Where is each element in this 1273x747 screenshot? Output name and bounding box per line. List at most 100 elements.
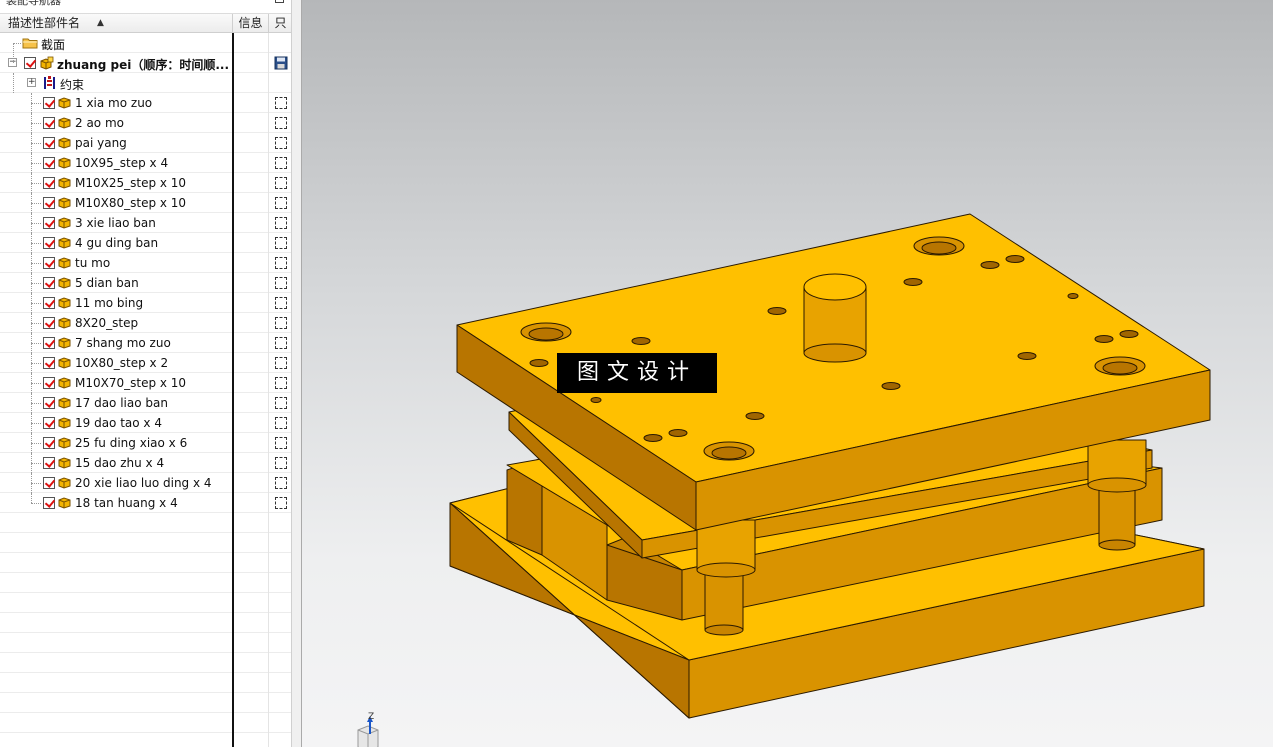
- tree-line: [31, 423, 41, 424]
- readonly-checkbox[interactable]: [275, 317, 287, 329]
- tree-row-part[interactable]: 19 dao tao x 4: [0, 413, 291, 433]
- part-visibility-checkbox[interactable]: [43, 97, 55, 109]
- readonly-checkbox[interactable]: [275, 177, 287, 189]
- tree-row-part[interactable]: 20 xie liao luo ding x 4: [0, 473, 291, 493]
- readonly-checkbox[interactable]: [275, 337, 287, 349]
- part-visibility-checkbox[interactable]: [43, 157, 55, 169]
- tree-row-part[interactable]: 2 ao mo: [0, 113, 291, 133]
- part-visibility-checkbox[interactable]: [43, 477, 55, 489]
- part-icon: [58, 397, 71, 409]
- tree-row-part[interactable]: 1 xia mo zuo: [0, 93, 291, 113]
- part-visibility-checkbox[interactable]: [43, 457, 55, 469]
- tree-row-part[interactable]: M10X25_step x 10: [0, 173, 291, 193]
- navigator-pin-icon[interactable]: [275, 0, 284, 3]
- part-visibility-checkbox[interactable]: [43, 357, 55, 369]
- readonly-checkbox[interactable]: [275, 197, 287, 209]
- tree-row-constraints[interactable]: + 约束: [0, 73, 291, 93]
- constraints-icon: [44, 76, 55, 89]
- tree-line: [31, 243, 41, 244]
- part-icon: [58, 97, 71, 109]
- watermark-label: 图文设计: [557, 353, 717, 393]
- part-icon: [58, 377, 71, 389]
- tree-line: [31, 103, 41, 104]
- part-icon: [58, 117, 71, 129]
- readonly-checkbox[interactable]: [275, 117, 287, 129]
- column-readonly-header[interactable]: 只: [269, 14, 291, 33]
- readonly-checkbox[interactable]: [275, 377, 287, 389]
- readonly-checkbox[interactable]: [275, 217, 287, 229]
- part-label: 10X80_step x 2: [75, 356, 169, 370]
- folder-icon: [22, 38, 38, 49]
- tree-row-part[interactable]: M10X80_step x 10: [0, 193, 291, 213]
- tree-row-root-assembly[interactable]: − zhuang pei（顺序：时间顺...: [0, 53, 291, 73]
- part-label: 5 dian ban: [75, 276, 139, 290]
- part-visibility-checkbox[interactable]: [43, 437, 55, 449]
- part-icon: [58, 317, 71, 329]
- column-name-header[interactable]: 描述性部件名 ▲: [0, 14, 233, 33]
- tree-row-part[interactable]: 8X20_step: [0, 313, 291, 333]
- readonly-checkbox[interactable]: [275, 437, 287, 449]
- tree-line: [31, 383, 41, 384]
- root-visibility-checkbox[interactable]: [24, 57, 36, 69]
- part-label: 19 dao tao x 4: [75, 416, 162, 430]
- part-visibility-checkbox[interactable]: [43, 117, 55, 129]
- tree-line: [31, 183, 41, 184]
- view-triad[interactable]: Z: [340, 712, 400, 747]
- tree-row-part[interactable]: 18 tan huang x 4: [0, 493, 291, 513]
- part-visibility-checkbox[interactable]: [43, 497, 55, 509]
- part-visibility-checkbox[interactable]: [43, 257, 55, 269]
- tree-row-part[interactable]: tu mo: [0, 253, 291, 273]
- tree-row-part[interactable]: 17 dao liao ban: [0, 393, 291, 413]
- tree-row-part[interactable]: 11 mo bing: [0, 293, 291, 313]
- part-visibility-checkbox[interactable]: [43, 277, 55, 289]
- tree-row-part[interactable]: M10X70_step x 10: [0, 373, 291, 393]
- graphics-viewport[interactable]: 图文设计 Z: [301, 0, 1273, 747]
- readonly-checkbox[interactable]: [275, 297, 287, 309]
- part-visibility-checkbox[interactable]: [43, 337, 55, 349]
- part-visibility-checkbox[interactable]: [43, 317, 55, 329]
- tree-row-section[interactable]: 截面: [0, 33, 291, 53]
- tree-row-part[interactable]: 10X95_step x 4: [0, 153, 291, 173]
- panel-gap: [292, 0, 301, 747]
- tree-row-part[interactable]: 15 dao zhu x 4: [0, 453, 291, 473]
- mold-assembly-model[interactable]: [302, 0, 1273, 747]
- column-info-header[interactable]: 信息: [233, 14, 269, 33]
- readonly-checkbox[interactable]: [275, 357, 287, 369]
- part-visibility-checkbox[interactable]: [43, 397, 55, 409]
- assembly-navigator: 装配导航器 描述性部件名 ▲ 信息 只 截面 − zhuang pei（顺序：时…: [0, 0, 292, 747]
- save-icon[interactable]: [274, 56, 288, 70]
- part-visibility-checkbox[interactable]: [43, 217, 55, 229]
- tree-row-part[interactable]: 5 dian ban: [0, 273, 291, 293]
- readonly-checkbox[interactable]: [275, 137, 287, 149]
- tree-row-part[interactable]: 3 xie liao ban: [0, 213, 291, 233]
- readonly-checkbox[interactable]: [275, 417, 287, 429]
- tree-line: [31, 143, 41, 144]
- tree-row-part[interactable]: 7 shang mo zuo: [0, 333, 291, 353]
- part-visibility-checkbox[interactable]: [43, 417, 55, 429]
- part-visibility-checkbox[interactable]: [43, 237, 55, 249]
- part-visibility-checkbox[interactable]: [43, 197, 55, 209]
- readonly-checkbox[interactable]: [275, 457, 287, 469]
- readonly-checkbox[interactable]: [275, 237, 287, 249]
- readonly-checkbox[interactable]: [275, 497, 287, 509]
- readonly-checkbox[interactable]: [275, 397, 287, 409]
- readonly-checkbox[interactable]: [275, 477, 287, 489]
- part-visibility-checkbox[interactable]: [43, 137, 55, 149]
- tree-row-part[interactable]: 10X80_step x 2: [0, 353, 291, 373]
- readonly-checkbox[interactable]: [275, 97, 287, 109]
- tree-row-part[interactable]: pai yang: [0, 133, 291, 153]
- readonly-checkbox[interactable]: [275, 157, 287, 169]
- part-visibility-checkbox[interactable]: [43, 297, 55, 309]
- part-label: 3 xie liao ban: [75, 216, 156, 230]
- part-icon: [58, 217, 71, 229]
- tree-row-part[interactable]: 25 fu ding xiao x 6: [0, 433, 291, 453]
- column-divider[interactable]: [232, 33, 234, 747]
- readonly-checkbox[interactable]: [275, 257, 287, 269]
- tree-row-part[interactable]: 4 gu ding ban: [0, 233, 291, 253]
- expand-icon[interactable]: +: [27, 78, 36, 87]
- part-icon: [58, 497, 71, 509]
- part-visibility-checkbox[interactable]: [43, 377, 55, 389]
- part-icon: [58, 277, 71, 289]
- readonly-checkbox[interactable]: [275, 277, 287, 289]
- part-visibility-checkbox[interactable]: [43, 177, 55, 189]
